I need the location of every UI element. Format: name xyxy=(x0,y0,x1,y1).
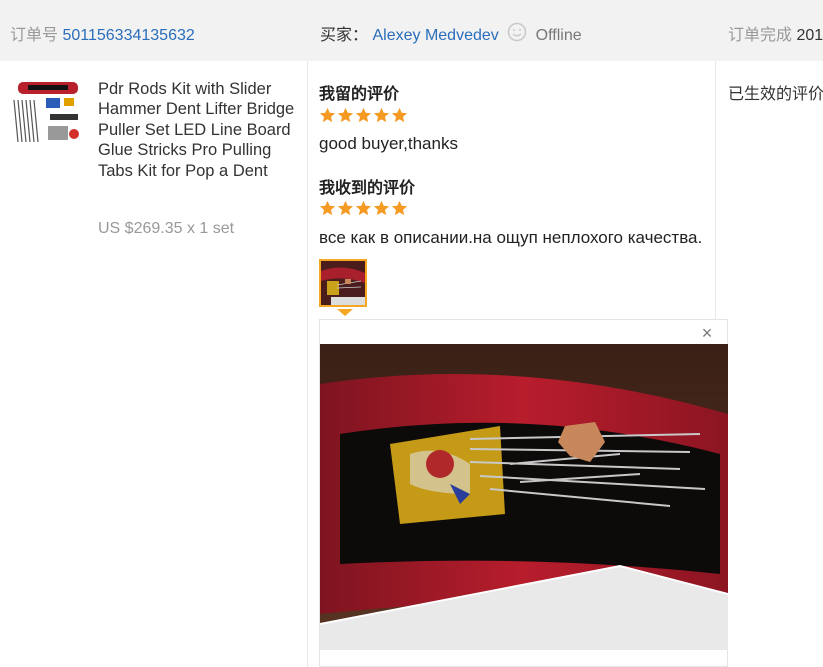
received-review-stars xyxy=(319,200,408,217)
order-header: 订单号 501156334135632 买家： Alexey Medvedev … xyxy=(0,0,823,61)
order-finish-group: 订单完成 201 xyxy=(728,21,823,45)
product-thumbnail[interactable] xyxy=(10,80,86,150)
order-finish-value: 201 xyxy=(796,27,823,44)
star-icon xyxy=(373,107,390,123)
buyer-status: Offline xyxy=(535,27,582,44)
review-photo-thumbnail[interactable] xyxy=(319,259,367,307)
smiley-icon[interactable] xyxy=(507,22,527,47)
buyer-name-link[interactable]: Alexey Medvedev xyxy=(372,27,498,44)
my-review-heading: 我留的评价 xyxy=(319,86,400,103)
close-icon[interactable]: × xyxy=(699,324,715,342)
star-icon xyxy=(355,200,372,216)
order-finish-label: 订单完成 xyxy=(728,27,793,44)
star-icon xyxy=(337,107,354,123)
star-icon xyxy=(391,107,408,123)
preview-pointer xyxy=(337,309,353,316)
order-number-label: 订单号 xyxy=(10,27,59,44)
star-icon xyxy=(337,200,354,216)
review-status-text: 已生效的评价 xyxy=(728,86,823,103)
my-review-text: good buyer,thanks xyxy=(319,134,458,153)
product-price: US $269.35 x 1 set xyxy=(98,220,235,237)
received-review-text: все как в описании.на ощуп неплохого кач… xyxy=(319,228,703,247)
star-icon xyxy=(319,200,336,216)
received-review-heading: 我收到的评价 xyxy=(319,180,416,197)
my-review-stars xyxy=(319,107,408,124)
buyer-label: 买家： xyxy=(320,27,369,44)
star-icon xyxy=(391,200,408,216)
order-number-link[interactable]: 501156334135632 xyxy=(62,27,194,44)
product-title-link[interactable]: Pdr Rods Kit with Slider Hammer Dent Lif… xyxy=(98,79,298,181)
order-number-group: 订单号 501156334135632 xyxy=(10,21,195,45)
review-photo-preview xyxy=(319,344,729,650)
star-icon xyxy=(355,107,372,123)
column-divider xyxy=(307,61,308,667)
star-icon xyxy=(319,107,336,123)
star-icon xyxy=(373,200,390,216)
buyer-group: 买家： Alexey Medvedev Offline xyxy=(320,21,582,47)
